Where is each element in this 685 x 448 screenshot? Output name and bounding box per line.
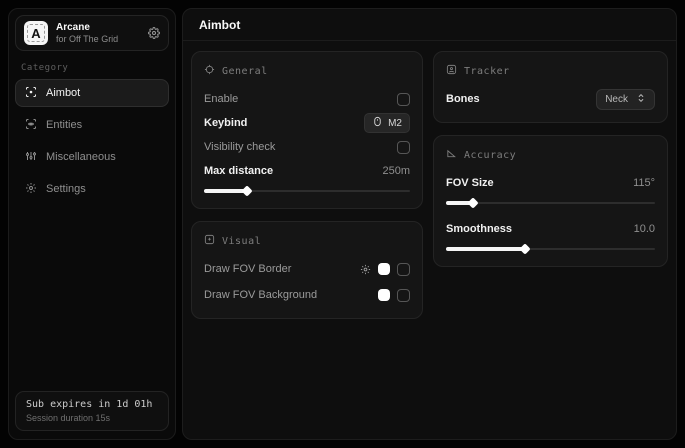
draw-fov-background-checkbox[interactable] — [397, 289, 410, 302]
brand-name: Arcane — [56, 22, 140, 34]
max-distance-slider[interactable] — [204, 186, 410, 196]
mouse-icon — [372, 116, 383, 130]
fov-border-color-swatch[interactable] — [378, 263, 390, 275]
person-box-icon — [446, 62, 457, 80]
app-window: A Arcane for Off The Grid Category Aimbo… — [0, 0, 685, 448]
bones-row: Bones Neck — [446, 88, 655, 110]
fov-background-color-swatch[interactable] — [378, 289, 390, 301]
sidebar-item-label: Aimbot — [46, 87, 80, 99]
max-distance-value: 250m — [382, 165, 410, 177]
gear-icon[interactable] — [148, 27, 160, 39]
card-title: Visual — [222, 236, 261, 247]
brand-subtitle: for Off The Grid — [56, 34, 140, 44]
category-label: Category — [21, 63, 165, 73]
max-distance-label: Max distance — [204, 165, 273, 177]
crosshair-scan-icon — [25, 86, 37, 101]
sidebar-nav: Aimbot Entities Miscellaneous Settings — [15, 79, 169, 203]
sub-expiry-text: Sub expires in 1d 01h — [26, 399, 158, 410]
fov-size-value: 115° — [633, 177, 655, 189]
keybind-label: Keybind — [204, 117, 247, 129]
visibility-check-checkbox[interactable] — [397, 141, 410, 154]
smoothness-slider[interactable] — [446, 244, 655, 254]
fov-size-slider[interactable] — [446, 198, 655, 208]
sidebar-item-aimbot[interactable]: Aimbot — [15, 79, 169, 107]
sidebar-item-label: Settings — [46, 183, 86, 195]
visibility-check-label: Visibility check — [204, 141, 275, 153]
fov-size-row: FOV Size 115° — [446, 172, 655, 194]
sidebar-item-miscellaneous[interactable]: Miscellaneous — [15, 143, 169, 171]
gear-icon — [25, 182, 37, 197]
page-title: Aimbot — [199, 18, 240, 32]
card-visual: Visual Draw FOV Border Draw — [191, 221, 423, 319]
gear-icon[interactable] — [360, 264, 371, 275]
draw-fov-border-checkbox[interactable] — [397, 263, 410, 276]
card-accuracy: Accuracy FOV Size 115° Smoothness 10.0 — [433, 135, 668, 267]
sparkle-icon — [204, 232, 215, 250]
bones-select[interactable]: Neck — [596, 89, 655, 110]
bones-selected-value: Neck — [605, 94, 628, 105]
sidebar-item-label: Miscellaneous — [46, 151, 116, 163]
smoothness-row: Smoothness 10.0 — [446, 218, 655, 240]
keybind-row: Keybind M2 — [204, 112, 410, 134]
smoothness-value: 10.0 — [634, 223, 655, 235]
scan-eye-icon — [25, 118, 37, 133]
card-tracker: Tracker Bones Neck — [433, 51, 668, 123]
slider-thumb[interactable] — [467, 197, 478, 208]
enable-label: Enable — [204, 93, 238, 105]
session-duration-text: Session duration 15s — [26, 413, 158, 423]
brand-logo: A — [24, 21, 48, 45]
bones-label: Bones — [446, 93, 480, 105]
sidebar-item-settings[interactable]: Settings — [15, 175, 169, 203]
sidebar-item-entities[interactable]: Entities — [15, 111, 169, 139]
card-general: General Enable Keybind M2 — [191, 51, 423, 209]
sliders-icon — [25, 150, 37, 165]
main-panel: Aimbot General Enable — [182, 8, 677, 440]
subscription-info-card: Sub expires in 1d 01h Session duration 1… — [15, 391, 169, 431]
draw-fov-border-row: Draw FOV Border — [204, 258, 410, 280]
keybind-button[interactable]: M2 — [364, 113, 410, 133]
slider-thumb[interactable] — [520, 243, 531, 254]
chevrons-up-down-icon — [636, 93, 646, 106]
draw-fov-background-label: Draw FOV Background — [204, 289, 317, 301]
triangle-ruler-icon — [446, 146, 457, 164]
card-title: General — [222, 66, 268, 77]
slider-thumb[interactable] — [242, 185, 253, 196]
draw-fov-border-label: Draw FOV Border — [204, 263, 291, 275]
max-distance-row: Max distance 250m — [204, 160, 410, 182]
sidebar-item-label: Entities — [46, 119, 82, 131]
crosshair-icon — [204, 62, 215, 80]
visibility-check-row: Visibility check — [204, 136, 410, 158]
main-header: Aimbot — [183, 9, 676, 41]
card-title: Accuracy — [464, 150, 516, 161]
smoothness-label: Smoothness — [446, 223, 512, 235]
enable-checkbox[interactable] — [397, 93, 410, 106]
card-title: Tracker — [464, 66, 510, 77]
content-area: General Enable Keybind M2 — [183, 41, 676, 329]
fov-size-label: FOV Size — [446, 177, 494, 189]
brand-card: A Arcane for Off The Grid — [15, 15, 169, 51]
draw-fov-background-row: Draw FOV Background — [204, 284, 410, 306]
enable-row: Enable — [204, 88, 410, 110]
keybind-value: M2 — [388, 118, 402, 129]
sidebar: A Arcane for Off The Grid Category Aimbo… — [8, 8, 176, 440]
